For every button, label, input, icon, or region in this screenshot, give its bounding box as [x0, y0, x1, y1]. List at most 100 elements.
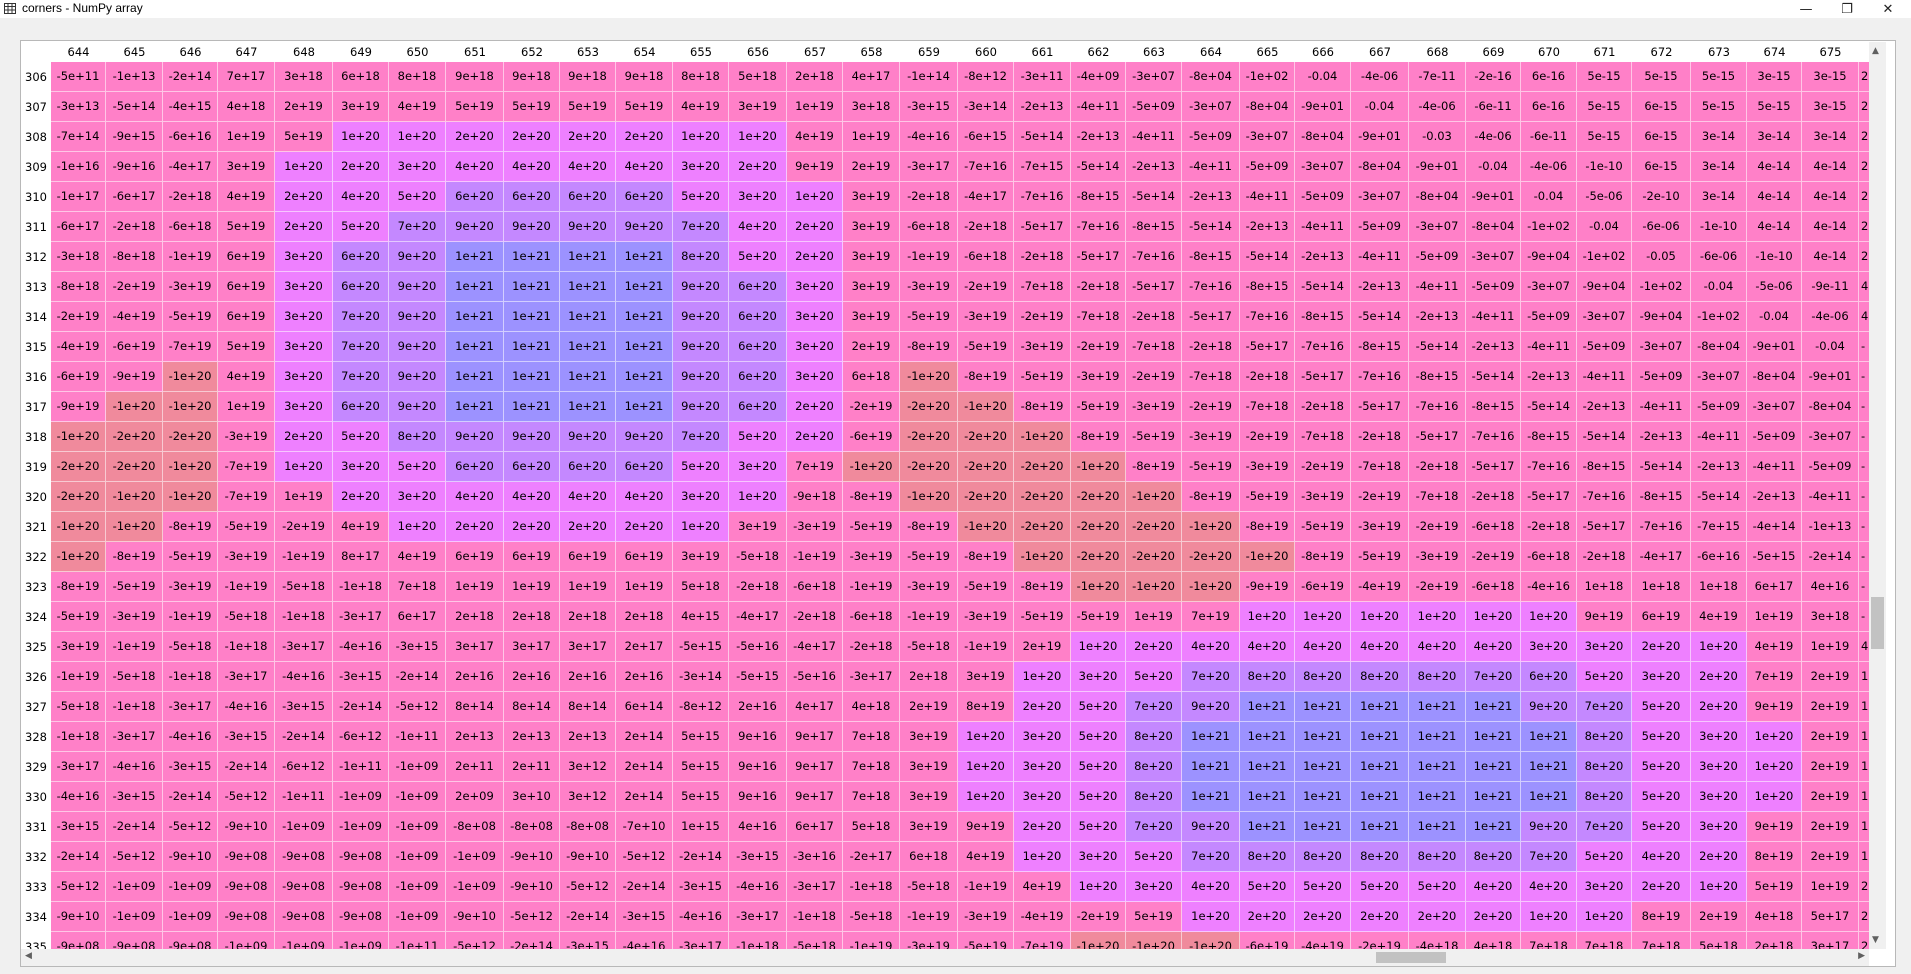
array-cell[interactable]: -8e+19 — [843, 482, 900, 512]
array-cell-partial[interactable]: 1 — [1859, 812, 1869, 842]
array-cell[interactable]: -4e+11 — [1691, 422, 1747, 452]
row-header[interactable]: 329 — [21, 752, 51, 782]
array-cell[interactable]: -7e+19 — [218, 452, 275, 482]
array-cell[interactable]: 4e+20 — [1240, 632, 1295, 662]
array-cell[interactable]: -1e+20 — [106, 512, 163, 542]
array-cell[interactable]: 4e+19 — [389, 542, 446, 572]
array-cell[interactable]: -9e+10 — [504, 842, 560, 872]
array-cell[interactable]: 7e+20 — [673, 212, 729, 242]
restore-button[interactable]: ❐ — [1827, 0, 1867, 18]
array-cell[interactable]: 8e+20 — [1126, 782, 1182, 812]
array-cell[interactable]: 5e+20 — [1071, 722, 1126, 752]
array-cell[interactable]: 1e+21 — [1295, 782, 1351, 812]
array-cell[interactable]: 1e+21 — [446, 332, 504, 362]
array-cell[interactable]: 7e+20 — [1521, 842, 1577, 872]
array-cell[interactable]: -9e+01 — [1351, 122, 1409, 152]
array-cell[interactable]: 3e+20 — [275, 242, 333, 272]
array-cell[interactable]: -4e+16 — [218, 692, 275, 722]
array-cell[interactable]: -4e-06 — [1466, 122, 1521, 152]
column-header[interactable]: 662 — [1071, 42, 1126, 62]
array-cell[interactable]: -3e+15 — [729, 842, 787, 872]
array-cell[interactable]: -5e+18 — [163, 632, 218, 662]
array-cell[interactable]: -4e+11 — [1521, 332, 1577, 362]
array-cell[interactable]: 2e+20 — [616, 122, 673, 152]
array-cell[interactable]: -7e+16 — [1632, 512, 1691, 542]
array-cell[interactable]: -2e+19 — [51, 302, 106, 332]
array-cell[interactable]: -7e+16 — [1466, 422, 1521, 452]
array-cell[interactable]: -5e+18 — [218, 602, 275, 632]
array-cell[interactable]: -7e+18 — [1126, 332, 1182, 362]
array-cell[interactable]: 6e+20 — [504, 182, 560, 212]
array-cell[interactable]: 2e+20 — [504, 122, 560, 152]
array-cell[interactable]: -4e+11 — [1466, 302, 1521, 332]
array-cell[interactable]: -6e+19 — [106, 332, 163, 362]
array-cell[interactable]: 1e+20 — [1747, 782, 1802, 812]
array-cell[interactable]: -1e+02 — [1691, 302, 1747, 332]
close-button[interactable]: ✕ — [1868, 0, 1908, 18]
array-cell[interactable]: 2e+20 — [787, 242, 843, 272]
array-cell[interactable]: 5e+20 — [1577, 662, 1632, 692]
array-cell[interactable]: 7e+18 — [1632, 932, 1691, 949]
array-cell[interactable]: -2e+20 — [1071, 512, 1126, 542]
array-cell[interactable]: 3e+20 — [1577, 872, 1632, 902]
array-cell[interactable]: 6e+18 — [843, 362, 900, 392]
column-header[interactable]: 648 — [275, 42, 333, 62]
array-cell[interactable]: -1e+20 — [958, 392, 1014, 422]
array-cell[interactable]: 3e+20 — [673, 152, 729, 182]
array-cell-partial[interactable]: 2 — [1859, 152, 1869, 182]
array-cell[interactable]: 9e+19 — [958, 812, 1014, 842]
array-cell[interactable]: 1e+21 — [616, 392, 673, 422]
array-cell[interactable]: 5e+20 — [1632, 812, 1691, 842]
array-cell[interactable]: -2e+19 — [1351, 932, 1409, 949]
array-cell[interactable]: -1e+09 — [446, 872, 504, 902]
array-cell[interactable]: 3e-14 — [1691, 122, 1747, 152]
array-cell[interactable]: 1e+21 — [560, 302, 616, 332]
array-cell[interactable]: -9e+08 — [275, 842, 333, 872]
array-cell[interactable]: 1e+21 — [1182, 782, 1240, 812]
chevron-left-icon[interactable]: ◀ — [25, 951, 32, 961]
array-cell[interactable]: 1e+20 — [1521, 602, 1577, 632]
array-cell[interactable]: -3e+07 — [1577, 302, 1632, 332]
array-cell-partial[interactable]: - — [1859, 572, 1869, 602]
array-cell[interactable]: -3e+14 — [958, 92, 1014, 122]
array-cell[interactable]: -5e+12 — [218, 782, 275, 812]
array-cell[interactable]: -3e+19 — [1014, 332, 1071, 362]
array-cell[interactable]: -1e+16 — [51, 152, 106, 182]
array-cell[interactable]: -6e+18 — [900, 212, 958, 242]
array-cell[interactable]: -2e+20 — [51, 482, 106, 512]
array-cell[interactable]: -1e+20 — [1071, 572, 1126, 602]
column-header[interactable]: 666 — [1295, 42, 1351, 62]
array-cell[interactable]: -1e+19 — [106, 632, 163, 662]
array-cell[interactable]: -1e+20 — [958, 512, 1014, 542]
array-cell[interactable]: 1e+21 — [616, 362, 673, 392]
array-cell[interactable]: -2e+18 — [1071, 272, 1126, 302]
array-cell[interactable]: 2e+19 — [1802, 722, 1859, 752]
column-header[interactable]: 649 — [333, 42, 389, 62]
array-cell[interactable]: 3e+20 — [275, 392, 333, 422]
array-cell[interactable]: -2e+20 — [1071, 482, 1126, 512]
array-cell[interactable]: 5e+20 — [1632, 722, 1691, 752]
array-cell[interactable]: 5e+20 — [1632, 692, 1691, 722]
array-cell[interactable]: -4e+11 — [1409, 272, 1466, 302]
array-cell[interactable]: 9e+20 — [389, 242, 446, 272]
column-header[interactable]: 645 — [106, 42, 163, 62]
array-cell[interactable]: -3e+15 — [900, 92, 958, 122]
array-cell[interactable]: -5e+19 — [1240, 482, 1295, 512]
array-cell[interactable]: 5e+19 — [1747, 872, 1802, 902]
array-cell[interactable]: 8e+20 — [1295, 662, 1351, 692]
array-cell[interactable]: 1e+21 — [504, 242, 560, 272]
array-cell[interactable]: 9e+20 — [616, 212, 673, 242]
array-cell[interactable]: -4e+16 — [616, 932, 673, 949]
array-cell[interactable]: 3e+19 — [843, 212, 900, 242]
array-cell[interactable]: 2e+18 — [616, 602, 673, 632]
array-cell[interactable]: -4e+14 — [1747, 512, 1802, 542]
column-header[interactable]: 667 — [1351, 42, 1409, 62]
array-cell[interactable]: -3e+11 — [1014, 62, 1071, 92]
array-cell[interactable]: -8e+19 — [1126, 452, 1182, 482]
array-cell[interactable]: -3e+19 — [51, 632, 106, 662]
array-cell[interactable]: -4e+17 — [729, 602, 787, 632]
array-cell[interactable]: 2e+20 — [560, 512, 616, 542]
array-cell[interactable]: -6e+18 — [1466, 572, 1521, 602]
array-cell[interactable]: 2e+18 — [787, 62, 843, 92]
array-cell-partial[interactable]: 1 — [1859, 842, 1869, 872]
